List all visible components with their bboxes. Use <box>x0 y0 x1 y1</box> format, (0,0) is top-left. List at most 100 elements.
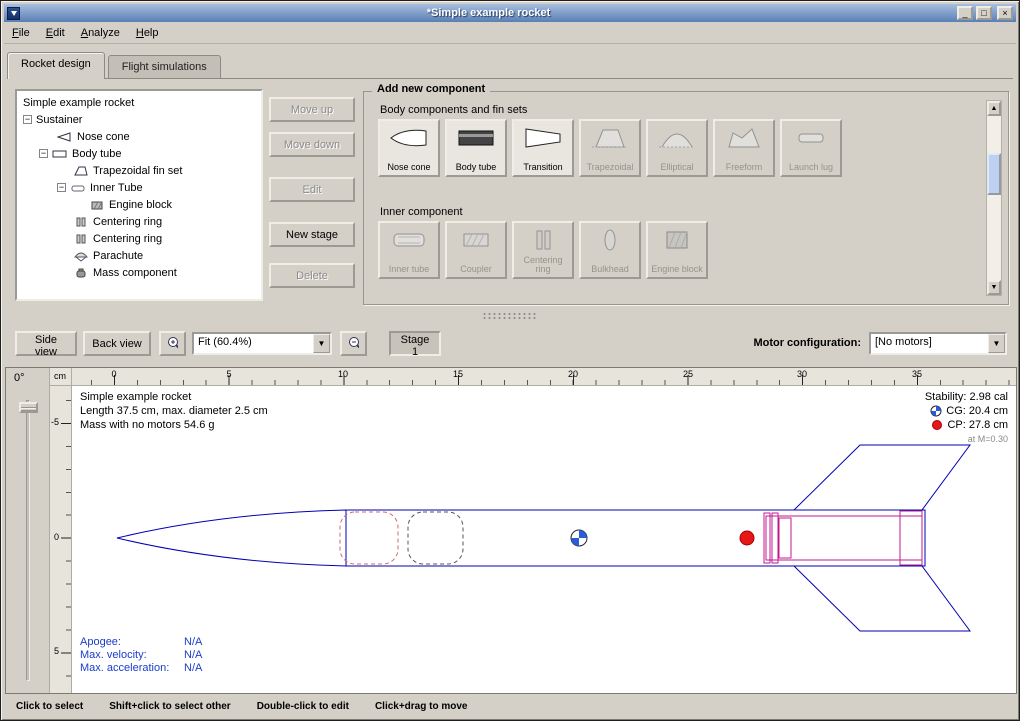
body-section-label: Body components and fin sets <box>380 104 527 116</box>
close-button[interactable]: × <box>997 6 1013 20</box>
cg-legend-icon <box>930 405 942 417</box>
upper-fin-outline <box>794 445 970 510</box>
rotation-slider[interactable] <box>26 400 30 681</box>
tab-rocket-design[interactable]: Rocket design <box>7 52 105 79</box>
zoom-select[interactable]: Fit (60.4%) ▼ <box>192 332 332 355</box>
motor-configuration-select[interactable]: [No motors] ▼ <box>869 332 1007 355</box>
centering-ring-icon <box>73 233 89 245</box>
rocket-name: Simple example rocket <box>80 390 268 404</box>
fin-icon <box>73 165 89 177</box>
engine-block-icon <box>89 199 105 211</box>
delete-button: Delete <box>269 263 355 288</box>
hint-drag: Click+drag to move <box>375 701 468 712</box>
hint-shift-click: Shift+click to select other <box>109 701 230 712</box>
max-acceleration-label: Max. acceleration: <box>80 662 184 675</box>
stage-1-toggle[interactable]: Stage 1 <box>389 331 441 356</box>
ruler-tick-label: 5 <box>54 646 59 656</box>
centering-ring-icon <box>73 216 89 228</box>
window-icon[interactable] <box>7 7 20 20</box>
add-freeform-fin-button: Freeform <box>713 119 775 177</box>
add-nose-cone-button[interactable]: Nose cone <box>378 119 440 177</box>
horizontal-ruler: 0 5 10 15 20 25 30 35 <box>72 368 1016 386</box>
status-hints: Click to select Shift+click to select ot… <box>4 695 1016 717</box>
inner-tube-icon <box>389 227 429 256</box>
tree-item-sustainer[interactable]: − Sustainer <box>17 111 261 128</box>
tree-item-inner-tube[interactable]: − Inner Tube <box>17 179 261 196</box>
tree-item-body-tube[interactable]: − Body tube <box>17 145 261 162</box>
tree-item-rocket[interactable]: Simple example rocket <box>17 94 261 111</box>
rocket-drawing-area[interactable]: Simple example rocket Length 37.5 cm, ma… <box>72 386 1016 693</box>
ruler-tick-label: -5 <box>51 417 59 427</box>
body-component-buttons: Nose cone Body tube Transition Trapezoid… <box>378 119 842 177</box>
motor-configuration-label: Motor configuration: <box>753 337 861 349</box>
splitter-handle[interactable] <box>482 312 538 320</box>
tree-item-centering-ring-2[interactable]: Centering ring <box>17 230 261 247</box>
minimize-button[interactable]: _ <box>957 6 973 20</box>
maximize-button[interactable]: □ <box>976 6 992 20</box>
side-view-button[interactable]: Side view <box>15 331 77 356</box>
back-view-button[interactable]: Back view <box>83 331 151 356</box>
rocket-info: Simple example rocket Length 37.5 cm, ma… <box>80 390 268 432</box>
stability-info: Stability: 2.98 cal CG: 20.4 cm CP: 27.8… <box>925 390 1008 446</box>
flight-data: Apogee:N/A Max. velocity:N/A Max. accele… <box>80 636 202 675</box>
zoom-out-button[interactable] <box>340 331 367 356</box>
tab-flight-simulations[interactable]: Flight simulations <box>108 55 221 78</box>
menu-analyze[interactable]: Analyze <box>73 24 128 42</box>
new-stage-button[interactable]: New stage <box>269 222 355 247</box>
menu-edit[interactable]: Edit <box>38 24 73 42</box>
chevron-down-icon[interactable]: ▼ <box>313 334 330 353</box>
tree-item-engine-block[interactable]: Engine block <box>17 196 261 213</box>
centering-ring-icon <box>523 227 563 256</box>
add-transition-button[interactable]: Transition <box>512 119 574 177</box>
engine-block-icon <box>657 227 697 256</box>
scrollbar-thumb[interactable] <box>987 153 1001 195</box>
tree-item-label: Simple example rocket <box>23 97 134 109</box>
menu-help[interactable]: Help <box>128 24 167 42</box>
zoom-in-button[interactable] <box>159 331 186 356</box>
tree-item-trapezoidal-fin-set[interactable]: Trapezoidal fin set <box>17 162 261 179</box>
add-component-panel: Add new component Body components and fi… <box>363 91 1009 305</box>
tree-item-label: Centering ring <box>93 216 162 228</box>
nose-cone-icon <box>57 131 73 143</box>
tree-item-mass-component[interactable]: Mass component <box>17 264 261 281</box>
component-panel-scrollbar[interactable]: ▲ ▼ <box>986 100 1002 296</box>
tree-item-label: Centering ring <box>93 233 162 245</box>
add-coupler-button: Coupler <box>445 221 507 279</box>
design-canvas: 0° cm 0 5 10 15 20 25 30 35 -5 0 5 <box>5 367 1017 694</box>
collapse-icon[interactable]: − <box>39 149 48 158</box>
scroll-up-icon[interactable]: ▲ <box>987 101 1001 116</box>
tree-item-parachute[interactable]: Parachute <box>17 247 261 264</box>
menu-file[interactable]: File <box>4 24 38 42</box>
parachute-outline <box>340 512 398 564</box>
scroll-down-icon[interactable]: ▼ <box>987 280 1001 295</box>
tree-item-centering-ring-1[interactable]: Centering ring <box>17 213 261 230</box>
ruler-tick-label: 15 <box>453 369 463 379</box>
collapse-icon[interactable]: − <box>57 183 66 192</box>
tree-item-label: Nose cone <box>77 131 130 143</box>
rotation-value: 0° <box>14 372 49 384</box>
ruler-tick-label: 0 <box>111 369 116 379</box>
max-velocity-label: Max. velocity: <box>80 649 184 662</box>
ruler-unit-label: cm <box>50 368 72 386</box>
ruler-tick-label: 20 <box>568 369 578 379</box>
cp-marker <box>740 531 754 545</box>
nose-cone-icon <box>389 125 429 154</box>
add-body-tube-button[interactable]: Body tube <box>445 119 507 177</box>
body-tube-icon <box>456 125 496 154</box>
motor-mount-outline <box>764 511 922 565</box>
motor-configuration-value: [No motors] <box>871 334 988 353</box>
elliptical-fin-icon <box>657 125 697 154</box>
inner-component-buttons: Inner tube Coupler Centering ring Bulkhe… <box>378 221 708 279</box>
edit-button: Edit <box>269 177 355 202</box>
rotation-slider-handle[interactable] <box>19 402 38 413</box>
add-elliptical-fin-button: Elliptical <box>646 119 708 177</box>
freeform-fin-icon <box>724 125 764 154</box>
component-tree[interactable]: Simple example rocket − Sustainer Nose c… <box>15 89 263 301</box>
cp-value: CP: 27.8 cm <box>947 418 1008 432</box>
add-trapezoidal-fin-button: Trapezoidal <box>579 119 641 177</box>
tree-item-nose-cone[interactable]: Nose cone <box>17 128 261 145</box>
main-tabs: Rocket design Flight simulations <box>7 47 1013 79</box>
title-bar[interactable]: *Simple example rocket _ □ × <box>4 4 1016 22</box>
chevron-down-icon[interactable]: ▼ <box>988 334 1005 353</box>
collapse-icon[interactable]: − <box>23 115 32 124</box>
